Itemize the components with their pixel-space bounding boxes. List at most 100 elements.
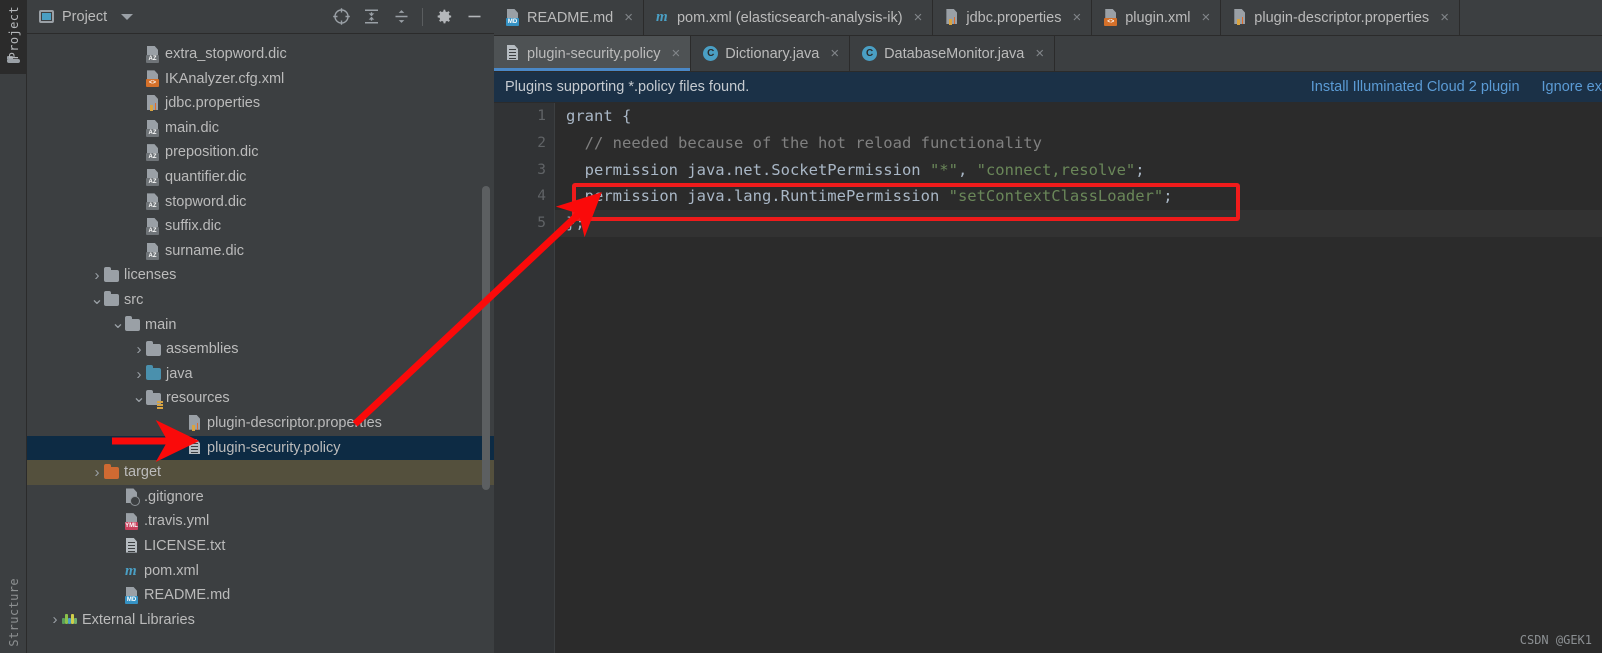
tree-row[interactable]: <> IKAnalyzer.cfg.xml — [27, 67, 494, 92]
file-dic-icon: AZ — [146, 217, 160, 235]
code-token: ; — [1163, 187, 1173, 206]
tree-row[interactable]: ⌄ main — [27, 313, 494, 338]
java-class-icon: C — [703, 46, 719, 61]
editor-area: MD README.md × m pom.xml (elasticsearch-anal… — [494, 0, 1602, 653]
editor-tab-label: Dictionary.java — [725, 45, 820, 62]
editor-tab[interactable]: m pom.xml (elasticsearch-analysis-ik) × — [644, 0, 934, 35]
tree-row-label: main — [145, 316, 177, 333]
chevron-right-icon[interactable]: › — [90, 267, 104, 284]
file-yml-icon: YML — [125, 513, 139, 531]
editor-tab[interactable]: C DatabaseMonitor.java × — [850, 36, 1056, 71]
code-line[interactable]: // needed because of the hot reload func… — [555, 130, 1602, 157]
tree-row[interactable]: AZ stopword.dic — [27, 190, 494, 215]
code-token: permission java.net.SocketPermission — [566, 160, 930, 179]
project-panel-toolbar — [327, 3, 488, 31]
code-editor[interactable]: 1 2 3 4 5 grant { // needed because of the h… — [494, 103, 1602, 653]
close-icon[interactable]: × — [624, 10, 633, 25]
tree-row[interactable]: AZ quantifier.dic — [27, 165, 494, 190]
editor-tab[interactable]: MD README.md × — [494, 0, 644, 35]
file-properties-icon — [146, 94, 160, 112]
project-file-tree[interactable]: _ _ _ _ _ _ _ AZ extra_stopword.dic <> IKAn… — [27, 34, 494, 653]
tree-row[interactable]: .gitignore — [27, 485, 494, 510]
file-badge: MD — [506, 18, 519, 26]
chevron-down-icon[interactable] — [121, 13, 134, 20]
tree-row[interactable]: › External Libraries — [27, 608, 494, 633]
close-icon[interactable]: × — [672, 46, 681, 61]
chevron-right-icon[interactable]: › — [48, 611, 62, 628]
tree-row[interactable]: › target — [27, 460, 494, 485]
file-xml-icon: <> — [146, 70, 160, 88]
chevron-down-icon[interactable]: ⌄ — [111, 316, 125, 332]
close-icon[interactable]: × — [1202, 10, 1211, 25]
close-icon[interactable]: × — [914, 10, 923, 25]
chevron-down-icon[interactable]: ⌄ — [132, 390, 146, 406]
notification-message: Plugins supporting *.policy files found. — [505, 79, 750, 95]
chevron-down-icon[interactable]: ⌄ — [90, 291, 104, 307]
code-token: , — [957, 160, 977, 179]
tree-row[interactable]: › java — [27, 362, 494, 387]
intellij-window: Project Structure Project AZ extra_stopw… — [0, 0, 1602, 653]
tree-scrollbar[interactable] — [482, 186, 490, 490]
settings-gear-icon[interactable] — [430, 3, 458, 31]
tree-row[interactable]: m pom.xml — [27, 558, 494, 583]
tree-row[interactable]: LICENSE.txt — [27, 534, 494, 559]
folder-sources-icon — [146, 365, 161, 381]
file-xml-icon: <> — [1104, 9, 1118, 26]
tree-row[interactable]: ⌄ resources — [27, 386, 494, 411]
editor-tab[interactable]: plugin-descriptor.properties × — [1221, 0, 1460, 35]
toolwindow-button-project[interactable]: Project — [0, 0, 27, 74]
code-token: "connect,resolve" — [976, 160, 1136, 179]
code-line[interactable]: }; — [555, 210, 1602, 237]
code-line[interactable]: grant { — [555, 103, 1602, 130]
file-dic-icon: AZ — [146, 45, 160, 63]
tree-row[interactable]: MD README.md — [27, 583, 494, 608]
code-line[interactable]: permission java.net.SocketPermission "*"… — [555, 157, 1602, 184]
tree-row[interactable]: AZ suffix.dic — [27, 214, 494, 239]
editor-tab[interactable]: <> plugin.xml × — [1092, 0, 1222, 35]
text-caret — [584, 214, 587, 232]
project-tool-window: Project AZ extra_stopword.dic <> IKAnaly… — [27, 0, 494, 653]
locate-icon[interactable] — [327, 3, 355, 31]
tree-row[interactable]: AZ surname.dic — [27, 239, 494, 264]
close-icon[interactable]: × — [1440, 10, 1449, 25]
chevron-right-icon[interactable]: › — [90, 464, 104, 481]
intention-bulb-icon[interactable] — [572, 201, 587, 216]
chevron-right-icon[interactable]: › — [132, 341, 146, 358]
file-policy-icon — [506, 45, 520, 62]
code-line[interactable]: permission java.lang.RuntimePermission "… — [555, 183, 1602, 210]
tree-row-label: External Libraries — [82, 611, 195, 628]
code-token: // needed because of the hot reload func… — [566, 133, 1042, 152]
tree-row[interactable]: AZ extra_stopword.dic — [27, 42, 494, 67]
tree-row[interactable]: › assemblies — [27, 337, 494, 362]
tree-row-label: surname.dic — [165, 242, 244, 259]
tree-row[interactable]: jdbc.properties — [27, 91, 494, 116]
notification-actions: Install Illuminated Cloud 2 plugin Ignor… — [1311, 79, 1602, 95]
tree-row[interactable]: ⌄ src — [27, 288, 494, 313]
editor-tab[interactable]: C Dictionary.java × — [691, 36, 851, 71]
editor-tab-label: README.md — [527, 9, 614, 26]
ignore-extension-link[interactable]: Ignore ex — [1542, 79, 1602, 95]
expand-all-icon[interactable] — [357, 3, 385, 31]
install-plugin-link[interactable]: Install Illuminated Cloud 2 plugin — [1311, 79, 1520, 95]
editor-tabs-row-2: plugin-security.policy × C Dictionary.java ×… — [494, 36, 1602, 72]
editor-tab[interactable]: plugin-security.policy × — [494, 36, 692, 71]
file-badge: YML — [125, 522, 138, 531]
hide-panel-icon[interactable] — [460, 3, 488, 31]
collapse-all-icon[interactable] — [387, 3, 415, 31]
editor-code-lines[interactable]: grant { // needed because of the hot rel… — [555, 103, 1602, 653]
close-icon[interactable]: × — [1072, 10, 1081, 25]
close-icon[interactable]: × — [830, 46, 839, 61]
toolwindow-button-structure[interactable]: Structure — [0, 578, 27, 653]
tree-row[interactable]: AZ preposition.dic — [27, 140, 494, 165]
editor-tab[interactable]: jdbc.properties × — [933, 0, 1093, 35]
tree-row-label: extra_stopword.dic — [165, 46, 287, 63]
editor-gutter[interactable]: 1 2 3 4 5 — [503, 103, 555, 653]
tree-row[interactable]: › licenses — [27, 263, 494, 288]
tree-row[interactable]: YML .travis.yml — [27, 509, 494, 534]
file-badge: AZ — [146, 54, 159, 63]
tree-row[interactable]: AZ main.dic — [27, 116, 494, 141]
chevron-right-icon[interactable]: › — [132, 366, 146, 383]
tree-row[interactable]: plugin-security.policy — [27, 435, 494, 461]
close-icon[interactable]: × — [1035, 46, 1044, 61]
tree-row[interactable]: plugin-descriptor.properties — [27, 411, 494, 436]
